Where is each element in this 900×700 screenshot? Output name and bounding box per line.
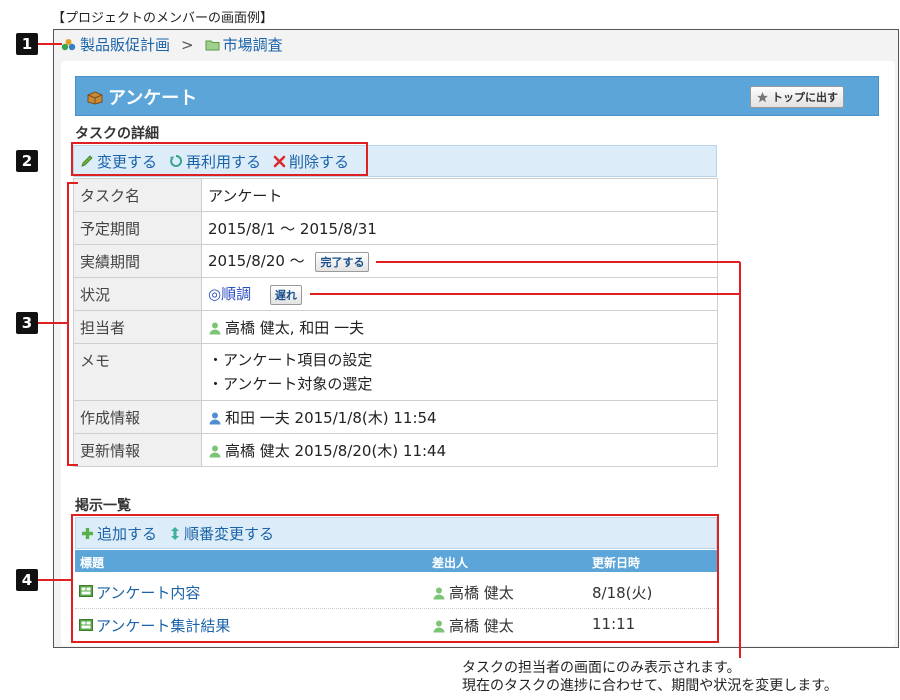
callout-note: タスクの担当者の画面にのみ表示されます。 現在のタスクの進捗に合わせて、期間や状… <box>462 659 838 695</box>
callout-badge-4: 4 <box>16 569 38 591</box>
callout-note-line: 現在のタスクの進捗に合わせて、期間や状況を変更します。 <box>462 678 838 694</box>
callout-badge-1: 1 <box>16 33 38 55</box>
callout-lines <box>38 43 741 658</box>
callout-badge-3: 3 <box>16 312 38 334</box>
callout-badge-2: 2 <box>16 150 38 172</box>
callout-note-line: タスクの担当者の画面にのみ表示されます。 <box>462 660 741 676</box>
